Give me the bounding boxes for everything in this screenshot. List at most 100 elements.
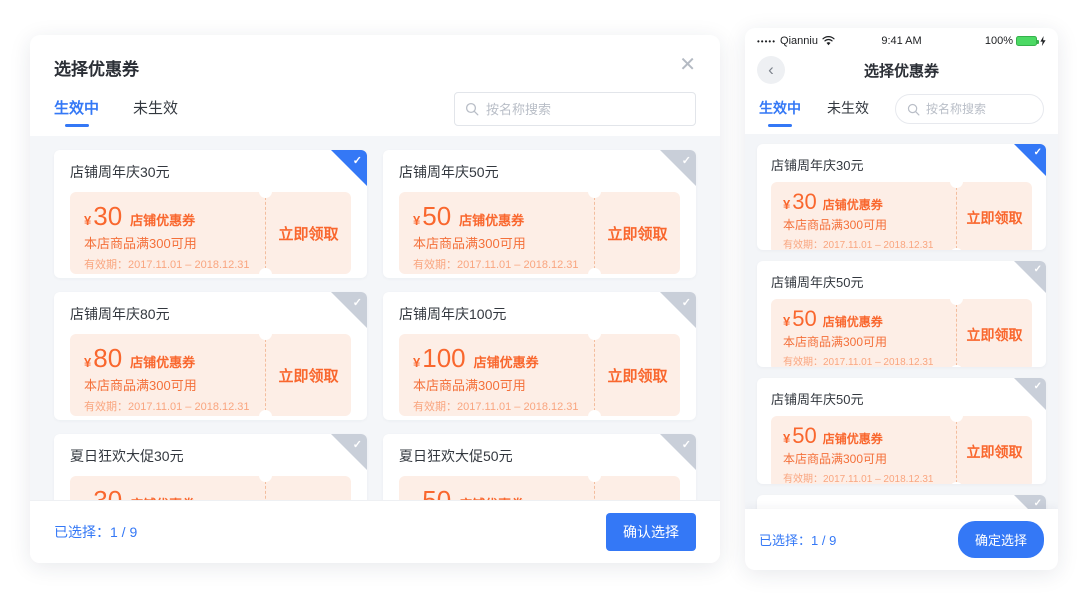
- ticket-notch-top: [588, 327, 601, 340]
- mobile-coupon-list: 店铺周年庆30元 ✓ ¥ 30 店铺优惠券 本店商品满300可用 有效期：201…: [745, 134, 1058, 509]
- coupon-title: 夏日狂欢大促30元: [70, 446, 351, 466]
- coupon-info: ¥ 30 店铺优惠券 本店商品满300可用 有效期：2017.11.01 – 2…: [771, 182, 956, 250]
- coupon-card[interactable]: 店铺周年庆30元 ✓ ¥ 30 店铺优惠券 本店商品满300可用 有效期：201…: [757, 144, 1046, 250]
- mobile-tab-inactive-coupons[interactable]: 未生效: [827, 98, 869, 130]
- coupon-amount-row: ¥ 50 店铺优惠券: [413, 203, 580, 229]
- wifi-icon: [822, 36, 835, 46]
- coupon-title: 店铺周年庆30元: [70, 162, 351, 182]
- mobile-search-input[interactable]: [926, 102, 1032, 116]
- ticket-notch-bottom: [588, 410, 601, 420]
- claim-button[interactable]: 立即领取: [956, 416, 1032, 484]
- claim-button[interactable]: 立即领取: [956, 182, 1032, 250]
- coupon-condition: 本店商品满300可用: [84, 233, 251, 252]
- status-bar: ••••• Qianniu 9:41 AM 100%: [745, 28, 1058, 49]
- coupon-amount-row: ¥ 50 店铺优惠券: [413, 487, 580, 500]
- ticket-notch-top: [950, 409, 963, 422]
- coupon-card[interactable]: 店铺周年庆50元 ✓ ¥ 50 店铺优惠券 本店商品满300可用 有效期：201…: [757, 261, 1046, 367]
- coupon-type-label: 店铺优惠券: [823, 430, 883, 447]
- coupon-type-label: 店铺优惠券: [474, 352, 539, 371]
- coupon-validity: 有效期：2017.11.01 – 2018.12.31: [84, 398, 251, 414]
- coupon-title: 店铺周年庆30元: [771, 155, 1032, 174]
- coupon-ticket: ¥ 30 店铺优惠券 本店商品满300可用 有效期：2017.11.01 – 2…: [70, 476, 351, 500]
- claim-button[interactable]: 立即领取: [265, 334, 351, 416]
- claim-button[interactable]: 立即领取: [265, 476, 351, 500]
- ticket-notch-bottom: [588, 268, 601, 278]
- coupon-ticket: ¥ 50 店铺优惠券 本店商品满300可用 有效期：2017.11.01 – 2…: [399, 192, 680, 274]
- coupon-title: 店铺周年庆100元: [399, 304, 680, 324]
- coupon-amount-row: ¥ 100 店铺优惠券: [413, 345, 580, 371]
- claim-button[interactable]: 立即领取: [594, 334, 680, 416]
- ticket-notch-top: [588, 185, 601, 198]
- check-icon: ✓: [353, 296, 362, 309]
- mobile-tab-active-coupons[interactable]: 生效中: [759, 98, 801, 130]
- ticket-notch-bottom: [950, 365, 963, 367]
- mobile-tab-bar: 生效中 未生效: [745, 90, 1058, 134]
- coupon-validity: 有效期：2017.11.01 – 2018.12.31: [413, 256, 580, 272]
- claim-button[interactable]: 立即领取: [594, 476, 680, 500]
- claim-button[interactable]: 立即领取: [265, 192, 351, 274]
- coupon-grid: 店铺周年庆30元 ✓ ¥ 30 店铺优惠券 本店商品满300可用 有效期：201…: [30, 136, 720, 500]
- coupon-card[interactable]: 店铺周年庆50元 ✓ ¥ 50 店铺优惠券 本店商品满300可用 有效期：201…: [383, 150, 696, 278]
- ticket-notch-bottom: [950, 482, 963, 484]
- coupon-type-label: 店铺优惠券: [823, 196, 883, 213]
- status-right: 100%: [922, 35, 1046, 47]
- coupon-amount: 50: [792, 308, 816, 330]
- coupon-info: ¥ 80 店铺优惠券 本店商品满300可用 有效期：2017.11.01 – 2…: [70, 334, 265, 416]
- coupon-card[interactable]: 夏日狂欢大促30元 ✓ ¥ 30 店铺优惠券 本店商品满300可用 有效期：20…: [54, 434, 367, 500]
- coupon-card[interactable]: 店铺周年庆30元 ✓ ¥ 30 店铺优惠券 本店商品满300可用 有效期：201…: [54, 150, 367, 278]
- coupon-condition: 本店商品满300可用: [783, 450, 944, 467]
- coupon-ticket: ¥ 30 店铺优惠券 本店商品满300可用 有效期：2017.11.01 – 2…: [771, 182, 1032, 250]
- coupon-amount-row: ¥ 50 店铺优惠券: [783, 308, 944, 330]
- coupon-ticket: ¥ 80 店铺优惠券 本店商品满300可用 有效期：2017.11.01 – 2…: [70, 334, 351, 416]
- coupon-type-label: 店铺优惠券: [823, 313, 883, 330]
- currency-symbol: ¥: [413, 497, 420, 500]
- ticket-notch-top: [259, 185, 272, 198]
- charging-bolt-icon: [1040, 36, 1046, 46]
- mobile-nav: 选择优惠券 ‹: [745, 49, 1058, 90]
- coupon-amount: 50: [422, 487, 451, 500]
- check-icon: ✓: [1034, 147, 1042, 158]
- check-icon: ✓: [682, 296, 691, 309]
- mobile-confirm-button[interactable]: 确定选择: [958, 521, 1044, 558]
- mobile-footer: 已选择：1 / 9 确定选择: [745, 509, 1058, 570]
- check-icon: ✓: [353, 154, 362, 167]
- claim-button[interactable]: 立即领取: [594, 192, 680, 274]
- coupon-card[interactable]: 夏日狂欢大促50元 ✓ ¥ 50 店铺优惠券 本店商品满300可用 有效期：20…: [383, 434, 696, 500]
- selected-count: 已选择：1 / 9: [54, 522, 137, 542]
- ticket-notch-bottom: [259, 268, 272, 278]
- carrier-label: Qianniu: [780, 35, 818, 47]
- check-icon: ✓: [1034, 381, 1042, 392]
- coupon-info: ¥ 30 店铺优惠券 本店商品满300可用 有效期：2017.11.01 – 2…: [70, 192, 265, 274]
- coupon-validity: 有效期：2017.11.01 – 2018.12.31: [783, 236, 944, 250]
- coupon-validity: 有效期：2017.11.01 – 2018.12.31: [783, 470, 944, 484]
- coupon-type-label: 店铺优惠券: [459, 494, 524, 500]
- coupon-title: 夏日狂欢大促50元: [399, 446, 680, 466]
- ticket-notch-top: [588, 469, 601, 482]
- currency-symbol: ¥: [84, 213, 91, 228]
- coupon-type-label: 店铺优惠券: [130, 352, 195, 371]
- coupon-ticket: ¥ 50 店铺优惠券 本店商品满300可用 有效期：2017.11.01 – 2…: [771, 299, 1032, 367]
- coupon-type-label: 店铺优惠券: [130, 210, 195, 229]
- tab-active-coupons[interactable]: 生效中: [54, 97, 99, 131]
- coupon-amount: 30: [792, 191, 816, 213]
- search-box: [454, 92, 696, 126]
- ticket-notch-bottom: [950, 248, 963, 250]
- back-button[interactable]: ‹: [757, 56, 785, 84]
- tab-inactive-coupons[interactable]: 未生效: [133, 97, 178, 131]
- chevron-left-icon: ‹: [768, 60, 774, 80]
- claim-button[interactable]: 立即领取: [956, 299, 1032, 367]
- coupon-condition: 本店商品满300可用: [413, 233, 580, 252]
- mobile-search-box: [895, 94, 1044, 124]
- confirm-button[interactable]: 确认选择: [606, 513, 696, 551]
- coupon-card[interactable]: 店铺周年庆100元 ✓ ¥ 100 店铺优惠券 本店商品满300可用 有效期：2…: [383, 292, 696, 420]
- ticket-notch-top: [259, 469, 272, 482]
- ticket-notch-top: [950, 175, 963, 188]
- coupon-card[interactable]: 店铺周年庆80元 ✓ ¥ 80 店铺优惠券 本店商品满300可用 有效期：201…: [54, 292, 367, 420]
- coupon-card[interactable]: 店铺周年庆50元 ✓: [757, 495, 1046, 509]
- coupon-amount: 30: [93, 203, 122, 229]
- coupon-title: 店铺周年庆50元: [771, 389, 1032, 408]
- battery-icon: [1016, 36, 1037, 46]
- close-icon[interactable]: ✕: [679, 55, 696, 75]
- coupon-card[interactable]: 店铺周年庆50元 ✓ ¥ 50 店铺优惠券 本店商品满300可用 有效期：201…: [757, 378, 1046, 484]
- search-input[interactable]: [486, 102, 685, 117]
